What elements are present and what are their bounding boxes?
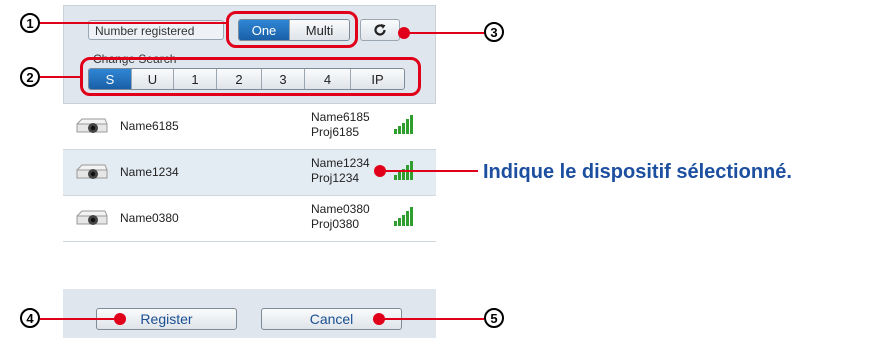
selected-device-annotation: Indique le dispositif sélectionné. — [483, 161, 792, 183]
callout-2-highlight — [80, 57, 421, 96]
callout-3-line — [404, 32, 484, 34]
callout-4-line — [40, 318, 118, 320]
callout-2-marker: 2 — [20, 67, 40, 87]
device-list: Name6185 Name6185 Proj6185 Name1234 Name… — [63, 103, 436, 290]
device-display-name: Name1234 — [311, 156, 370, 170]
callout-3-marker: 3 — [484, 22, 504, 42]
callout-2-line — [40, 76, 82, 78]
callout-1-marker: 1 — [20, 13, 40, 33]
device-row[interactable]: Name6185 Name6185 Proj6185 — [63, 104, 436, 150]
callout-1-line — [40, 22, 228, 24]
device-project: Proj1234 — [311, 171, 360, 185]
device-display-name: Name6185 — [311, 110, 370, 124]
callout-5-marker: 5 — [484, 308, 504, 328]
callout-5-line — [379, 318, 484, 320]
selected-device-line — [380, 170, 478, 172]
device-name: Name0380 — [120, 211, 179, 225]
refresh-icon — [374, 24, 386, 36]
signal-strength-icon — [394, 207, 413, 226]
device-name: Name6185 — [120, 119, 179, 133]
callout-4-marker: 4 — [20, 308, 40, 328]
projector-icon — [76, 164, 108, 179]
device-row[interactable]: Name0380 Name0380 Proj0380 — [63, 196, 436, 242]
signal-strength-icon — [394, 115, 413, 134]
device-project: Proj0380 — [311, 217, 360, 231]
device-display-name: Name0380 — [311, 202, 370, 216]
projector-icon — [76, 210, 108, 225]
callout-1-highlight — [226, 11, 358, 48]
device-project: Proj6185 — [311, 125, 360, 139]
device-name: Name1234 — [120, 165, 179, 179]
refresh-button[interactable] — [360, 19, 400, 41]
projector-icon — [76, 118, 108, 133]
